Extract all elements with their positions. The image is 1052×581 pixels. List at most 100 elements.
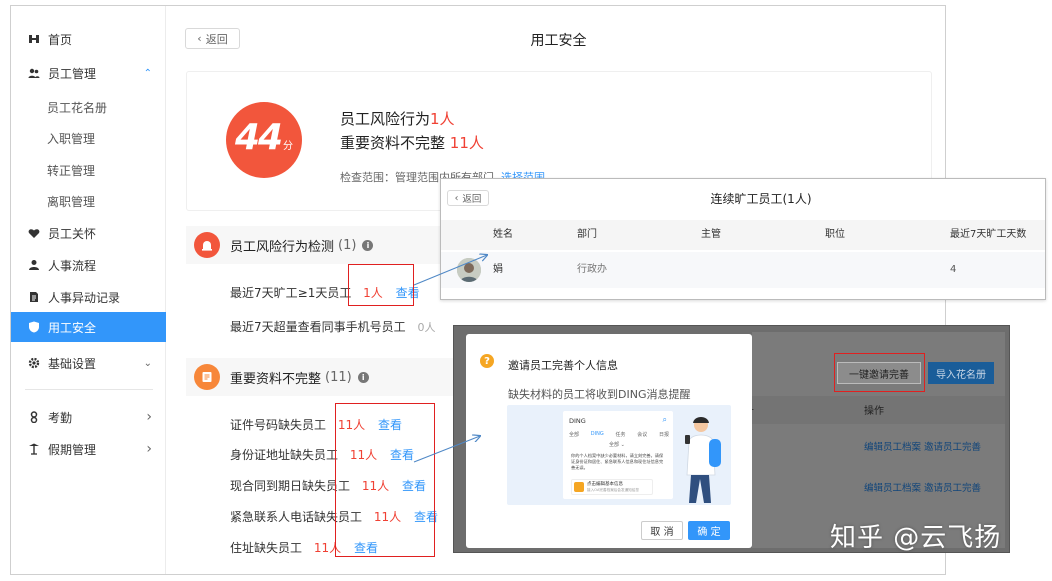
home-icon xyxy=(28,33,40,45)
preview-filter: 全部 ⌄ xyxy=(609,442,625,448)
confirm-button[interactable]: 确 定 xyxy=(688,521,730,540)
avatar xyxy=(457,258,481,282)
sidebar-item-label: 员工花名册 xyxy=(47,100,108,115)
sidebar-item-label: 首页 xyxy=(48,32,73,47)
cancel-button[interactable]: 取 消 xyxy=(641,521,683,540)
incomplete-section-header: 重要资料不完整 (11) i xyxy=(186,358,471,396)
sidebar-item-label: 人事异动记录 xyxy=(48,290,121,305)
table-header: 姓名 部门 主管 职位 最近7天旷工天数 xyxy=(441,220,1045,250)
preview-card-title: 点击编辑基本信息 xyxy=(587,482,623,487)
preview-tab: 全部 xyxy=(569,432,580,438)
risk-row-label: 最近7天超量查看同事手机号员工 xyxy=(230,320,406,334)
back-label: 返回 xyxy=(462,194,482,205)
user-icon xyxy=(28,259,40,271)
invite-employee-link[interactable]: 邀请员工完善 xyxy=(924,442,981,453)
incomplete-row-label: 现合同到期日缺失员工 xyxy=(230,479,351,493)
sidebar-item-label: 员工管理 xyxy=(48,66,97,81)
column-header-manager: 主管 xyxy=(701,229,721,240)
info-icon[interactable]: i xyxy=(362,239,374,251)
column-header-days: 最近7天旷工天数 xyxy=(950,229,1027,240)
document-icon xyxy=(194,364,220,390)
incomplete-section-title: 重要资料不完整 xyxy=(230,371,322,387)
question-icon: ? xyxy=(480,354,494,368)
app-logo-icon xyxy=(574,482,584,492)
cell-days: 4 xyxy=(950,264,957,275)
preview-tab: 任务 xyxy=(615,432,626,438)
risk-summary: 员工风险行为1人 xyxy=(340,108,455,129)
risk-section-count: (1) xyxy=(338,237,357,253)
heart-icon xyxy=(28,227,40,239)
edit-profile-link[interactable]: 编辑员工档案 xyxy=(864,442,921,453)
sidebar-item-label: 基础设置 xyxy=(48,356,97,371)
chevron-left-icon: ‹ xyxy=(197,32,202,45)
holiday-icon xyxy=(28,443,40,455)
sidebar: 首页 员工管理 ⌃ 员工花名册 入职管理 转正管理 离职管理 员工关怀 人事流程… xyxy=(11,6,166,574)
invite-dialog: ? 邀请员工完善个人信息 缺失材料的员工将收到DING消息提醒 DING ⌕ 全… xyxy=(466,334,752,548)
sidebar-item-label: 转正管理 xyxy=(47,163,96,178)
sidebar-item-home[interactable]: 首页 xyxy=(11,24,166,54)
incomplete-summary-label: 重要资料不完整 xyxy=(340,134,446,152)
sidebar-item-label: 入职管理 xyxy=(47,131,96,146)
table-row[interactable]: 娟 行政办 4 xyxy=(441,252,1045,288)
preview-tabs: 全部 DING 任务 会议 日报 xyxy=(569,431,669,438)
ding-preview-card: DING ⌕ 全部 DING 任务 会议 日报 全部 ⌄ 你的个人档案中缺少必要… xyxy=(563,411,673,499)
back-button[interactable]: ‹ 返回 xyxy=(185,28,240,49)
sidebar-item-regularization[interactable]: 转正管理 xyxy=(11,155,166,185)
sidebar-item-employee-management[interactable]: 员工管理 ⌃ xyxy=(11,58,166,88)
incomplete-row-label: 身份证地址缺失员工 xyxy=(230,448,339,462)
highlight-box xyxy=(335,403,435,557)
sidebar-item-label: 用工安全 xyxy=(48,320,97,335)
risk-row: 最近7天超量查看同事手机号员工 0人 xyxy=(230,318,435,335)
table-row: 编辑员工档案 邀请员工完善 xyxy=(864,480,981,494)
score-badge: 44 分 xyxy=(226,102,302,178)
preview-app-name: DING xyxy=(569,417,586,425)
risk-summary-label: 员工风险行为 xyxy=(340,110,431,128)
highlight-box xyxy=(348,264,414,306)
team-icon xyxy=(28,67,40,79)
chevron-down-icon: ⌄ xyxy=(143,357,152,369)
preview-link-card: 点击编辑基本信息 接入OA完善档案后会发通知给您 xyxy=(571,479,653,495)
attendance-icon xyxy=(28,411,40,423)
sidebar-item-holiday[interactable]: 假期管理 › xyxy=(11,434,166,464)
invite-employee-link[interactable]: 邀请员工完善 xyxy=(924,483,981,494)
preview-tab: 会议 xyxy=(637,432,648,438)
incomplete-summary-count: 11人 xyxy=(449,134,484,152)
incomplete-row-label: 住址缺失员工 xyxy=(230,541,303,555)
preview-tab: 日报 xyxy=(658,432,669,438)
sidebar-item-basic-settings[interactable]: 基础设置 ⌄ xyxy=(11,348,166,378)
preview-message: 你的个人档案中缺少必要材料，请立刻完善。请保证身份证和居住、紧急联系人信息和现住… xyxy=(571,453,664,470)
preview-card-subtitle: 接入OA完善档案后会发通知给您 xyxy=(587,488,639,492)
risk-section-header: 员工风险行为检测 (1) i xyxy=(186,226,471,264)
preview-tab: DING xyxy=(590,431,604,437)
chevron-right-icon: › xyxy=(146,441,152,457)
sidebar-item-offboarding[interactable]: 离职管理 xyxy=(11,186,166,216)
sidebar-item-care[interactable]: 员工关怀 xyxy=(11,218,166,248)
search-icon: ⌕ xyxy=(662,415,667,424)
info-icon[interactable]: i xyxy=(357,371,369,383)
incomplete-summary: 重要资料不完整 11人 xyxy=(340,132,484,153)
risk-row-count: 0人 xyxy=(417,321,436,334)
alarm-icon xyxy=(194,232,220,258)
gear-icon xyxy=(28,357,40,369)
edit-profile-link[interactable]: 编辑员工档案 xyxy=(864,483,921,494)
sidebar-item-hr-process[interactable]: 人事流程 xyxy=(11,250,166,280)
score-value: 44 xyxy=(234,117,283,158)
risk-row-label: 最近7天旷工≥1天员工 xyxy=(230,286,352,300)
sidebar-item-attendance[interactable]: 考勤 › xyxy=(11,402,166,432)
sidebar-item-roster[interactable]: 员工花名册 xyxy=(11,92,166,122)
sidebar-item-employment-safety[interactable]: 用工安全 xyxy=(11,312,166,342)
score-unit: 分 xyxy=(283,141,294,152)
sidebar-item-onboarding[interactable]: 入职管理 xyxy=(11,123,166,153)
import-roster-button[interactable]: 导入花名册 xyxy=(928,362,994,384)
watermark: 知乎 @云飞扬 xyxy=(830,523,1002,553)
sidebar-item-label: 人事流程 xyxy=(48,258,97,273)
person-with-phone-illustration xyxy=(685,417,721,503)
table-row: 编辑员工档案 邀请员工完善 xyxy=(864,439,981,453)
chevron-right-icon: › xyxy=(146,409,152,425)
page-title: 用工安全 xyxy=(530,33,587,49)
shield-icon xyxy=(28,321,40,333)
dialog-title: 连续旷工员工(1人) xyxy=(710,192,812,206)
incomplete-row-label: 证件号码缺失员工 xyxy=(230,418,327,432)
sidebar-item-change-records[interactable]: 人事异动记录 xyxy=(11,282,166,312)
back-button[interactable]: ‹ 返回 xyxy=(447,190,489,206)
